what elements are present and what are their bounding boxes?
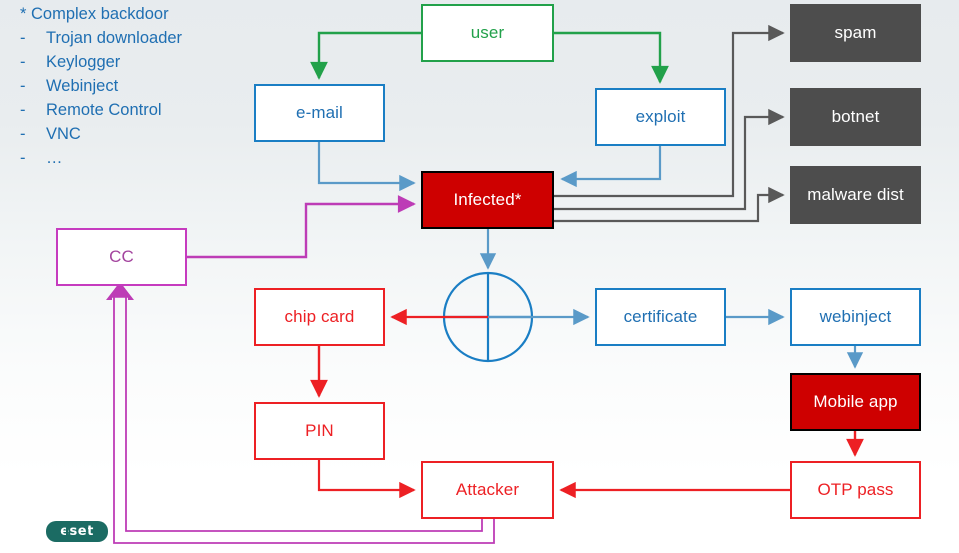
legend-item-label: Webinject	[46, 77, 119, 95]
legend-bullet: -	[20, 101, 26, 119]
node-label: chip card	[284, 307, 355, 326]
legend-item: - Remote Control	[18, 98, 268, 122]
node-label: certificate	[623, 307, 698, 326]
logo-divider	[66, 524, 68, 539]
node-label: malware dist	[807, 185, 904, 204]
legend-item: - Trojan downloader	[18, 26, 268, 50]
legend-item: - VNC	[18, 122, 268, 146]
legend-bullet: -	[20, 77, 26, 95]
legend-item-label: Trojan downloader	[46, 29, 183, 47]
node-pin[interactable]: PIN	[254, 402, 385, 460]
legend: * Complex backdoor - Trojan downloader -…	[18, 2, 268, 170]
node-infected[interactable]: Infected*	[421, 171, 554, 229]
legend-bullet: -	[20, 53, 26, 71]
node-label: Infected*	[453, 190, 522, 209]
legend-item-label: VNC	[46, 125, 81, 143]
edge-email-to-infected	[317, 142, 416, 192]
node-label: exploit	[635, 107, 686, 126]
node-cc[interactable]: CC	[56, 228, 187, 286]
node-certificate[interactable]: certificate	[595, 288, 726, 346]
legend-item-label: Remote Control	[46, 101, 162, 119]
node-label: user	[470, 23, 505, 42]
node-label: Mobile app	[813, 392, 898, 411]
legend-item: - …	[18, 146, 268, 170]
legend-item-label: Keylogger	[46, 53, 121, 71]
node-spam[interactable]: spam	[790, 4, 921, 62]
legend-bullet: -	[20, 149, 26, 167]
legend-item-label: …	[46, 149, 63, 167]
node-label: PIN	[305, 421, 334, 440]
legend-bullet: -	[20, 125, 26, 143]
edge-exploit-to-infected	[560, 146, 662, 188]
node-label: webinject	[819, 307, 892, 326]
node-mobile-app[interactable]: Mobile app	[790, 373, 921, 431]
node-malware-dist[interactable]: malware dist	[790, 166, 921, 224]
legend-bullet: -	[20, 29, 26, 47]
node-botnet[interactable]: botnet	[790, 88, 921, 146]
logo-divider	[86, 524, 88, 539]
node-email[interactable]: e-mail	[254, 84, 385, 142]
node-label: e-mail	[296, 103, 343, 122]
eset-logo: eset	[46, 521, 108, 542]
node-chip-card[interactable]: chip card	[254, 288, 385, 346]
edge-cc-to-infected	[187, 195, 416, 259]
node-webinject[interactable]: webinject	[790, 288, 921, 346]
diagram-canvas: * Complex backdoor - Trojan downloader -…	[0, 0, 959, 553]
node-label: CC	[109, 247, 134, 266]
edge-user-to-exploit	[554, 31, 669, 84]
node-label: spam	[834, 23, 877, 42]
node-user[interactable]: user	[421, 4, 554, 62]
edge-pin-to-attacker	[317, 460, 416, 499]
node-label: Attacker	[455, 480, 520, 499]
legend-title: * Complex backdoor	[20, 5, 169, 23]
node-label: OTP pass	[817, 480, 894, 499]
legend-item: - Keylogger	[18, 50, 268, 74]
node-attacker[interactable]: Attacker	[421, 461, 554, 519]
edge-user-to-email	[310, 31, 421, 80]
node-exploit[interactable]: exploit	[595, 88, 726, 146]
node-otp-pass[interactable]: OTP pass	[790, 461, 921, 519]
node-label: botnet	[831, 107, 880, 126]
legend-item: - Webinject	[18, 74, 268, 98]
